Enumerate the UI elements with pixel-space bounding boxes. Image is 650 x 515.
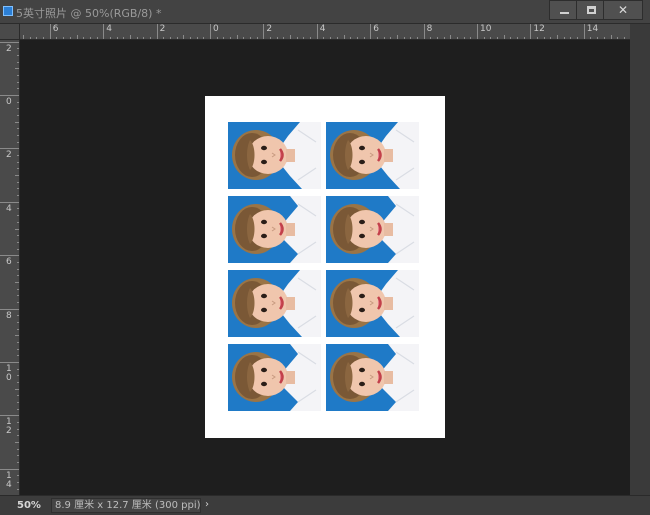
ruler-label: 2	[159, 24, 166, 34]
canvas-scroll-gutter	[630, 24, 650, 495]
ruler-tick	[0, 201, 19, 203]
portrait-image	[326, 196, 419, 263]
portrait-image	[228, 344, 321, 411]
ruler-tick	[49, 24, 51, 39]
ruler-tick	[0, 148, 19, 150]
document-title[interactable]: 5英寸照片 @ 50%(RGB/8) *	[16, 5, 161, 21]
id-photo	[326, 196, 419, 263]
id-photo	[228, 122, 321, 189]
ruler-label: 1 2	[6, 417, 12, 437]
ruler-label: 0	[213, 24, 219, 34]
portrait-image	[326, 122, 419, 189]
close-button[interactable]: ✕	[603, 0, 643, 20]
ruler-tick	[156, 24, 158, 39]
canvas-area[interactable]	[20, 40, 630, 495]
ruler-label: 6	[6, 257, 12, 268]
ruler-tick	[0, 95, 19, 96]
ruler-tick	[477, 24, 478, 39]
minimize-icon	[559, 11, 569, 14]
id-photo	[326, 122, 419, 189]
status-bar: 50% 8.9 厘米 x 12.7 厘米 (300 ppi) ›	[0, 495, 650, 515]
id-photo	[228, 344, 321, 411]
portrait-image	[228, 270, 321, 337]
vertical-ruler[interactable]: 2 0 2 4 6 8 1 0 1 2 1 4	[0, 40, 20, 495]
ruler-tick	[370, 24, 372, 39]
ruler-label: 8	[426, 24, 433, 34]
zoom-level[interactable]: 50%	[17, 500, 41, 511]
ruler-label: 2	[6, 150, 12, 161]
photoshop-document-icon	[3, 6, 13, 16]
ruler-tick	[0, 308, 19, 310]
ruler-tick	[0, 41, 19, 43]
ruler-tick	[583, 24, 585, 39]
id-photo	[326, 270, 419, 337]
ruler-label: 10	[480, 24, 492, 34]
horizontal-ruler[interactable]: 6 4 2 0 2 4 6 8 10 12 14	[20, 24, 630, 40]
ruler-label: 2	[6, 43, 12, 54]
ruler-tick	[423, 24, 425, 39]
id-photo	[228, 270, 321, 337]
ruler-label: 2	[266, 24, 273, 34]
ruler-tick	[263, 24, 265, 39]
document-sheet[interactable]	[205, 96, 445, 438]
ruler-tick	[103, 24, 105, 39]
ruler-label: 4	[319, 24, 326, 34]
ruler-tick	[0, 415, 19, 417]
ruler-label: 8	[6, 310, 12, 321]
id-photo	[228, 196, 321, 263]
ruler-label: 12	[533, 24, 545, 34]
maximize-icon	[586, 6, 596, 14]
id-photo	[326, 344, 419, 411]
document-tab-bar: 5英寸照片 @ 50%(RGB/8) * ✕	[0, 0, 650, 24]
ruler-label: 14	[586, 24, 599, 34]
ruler-tick	[0, 362, 19, 363]
close-icon: ✕	[617, 3, 629, 17]
ruler-label: 4	[106, 24, 112, 34]
portrait-image	[326, 344, 419, 411]
ruler-label: 4	[6, 203, 12, 214]
maximize-button[interactable]	[576, 0, 606, 20]
ruler-label: 1 4	[6, 470, 12, 490]
ruler-tick	[210, 24, 211, 39]
portrait-image	[228, 122, 321, 189]
ruler-label: 0	[6, 97, 12, 107]
status-menu-arrow-icon[interactable]: ›	[205, 499, 209, 510]
ruler-label: 6	[52, 24, 59, 34]
ruler-label: 6	[373, 24, 379, 34]
portrait-image	[326, 270, 419, 337]
ruler-label: 1 0	[6, 364, 12, 383]
ruler-tick	[0, 468, 19, 470]
ruler-tick	[530, 24, 532, 39]
portrait-image	[228, 196, 321, 263]
document-size-info[interactable]: 8.9 厘米 x 12.7 厘米 (300 ppi)	[51, 498, 201, 513]
ruler-tick	[316, 24, 318, 39]
ruler-origin[interactable]	[0, 24, 20, 40]
ruler-tick	[0, 255, 19, 257]
minimize-button[interactable]	[549, 0, 579, 20]
